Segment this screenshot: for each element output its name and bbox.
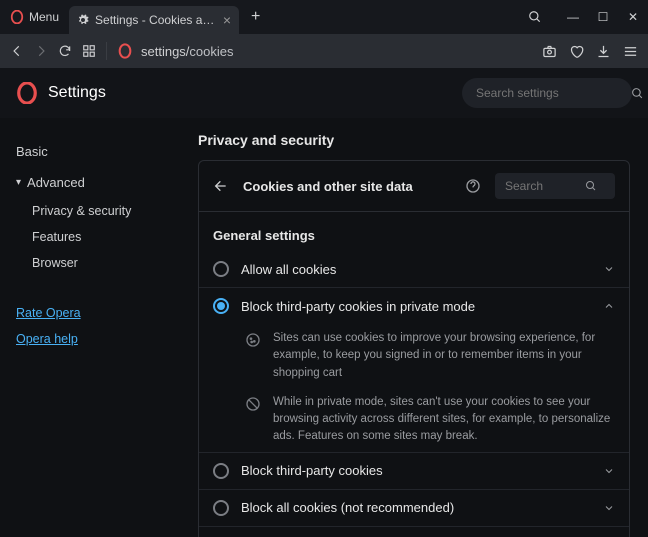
- option-label: Block third-party cookies in private mod…: [241, 299, 591, 314]
- tab-title: Settings - Cookies and oth: [95, 13, 217, 27]
- general-settings-label: General settings: [199, 212, 629, 251]
- back-arrow-icon[interactable]: [213, 178, 229, 194]
- chevron-up-icon: [603, 300, 615, 312]
- clear-on-quit-row[interactable]: Clear cookies and site data when you qui…: [199, 526, 629, 537]
- download-icon[interactable]: [596, 44, 611, 59]
- speed-dial-icon[interactable]: [82, 44, 96, 58]
- sidebar-item-advanced[interactable]: ▾ Advanced: [16, 167, 180, 198]
- brand-logo-icon: [16, 82, 38, 104]
- option-block-3p[interactable]: Block third-party cookies: [199, 452, 629, 489]
- reload-button[interactable]: [58, 44, 72, 58]
- sidebar-advanced-label: Advanced: [27, 175, 85, 190]
- easy-setup-icon[interactable]: [623, 44, 638, 59]
- heart-icon[interactable]: [569, 44, 584, 59]
- browser-tab[interactable]: Settings - Cookies and oth ×: [69, 6, 239, 34]
- option-description: Sites can use cookies to improve your br…: [199, 324, 629, 388]
- radio-icon[interactable]: [213, 298, 229, 314]
- settings-search[interactable]: [462, 78, 632, 108]
- close-icon[interactable]: ×: [223, 12, 231, 28]
- chevron-down-icon: [603, 465, 615, 477]
- description-text: While in private mode, sites can't use y…: [273, 394, 615, 446]
- sidebar-item-privacy[interactable]: Privacy & security: [16, 198, 180, 224]
- help-icon[interactable]: [465, 178, 481, 194]
- section-heading: Privacy and security: [198, 132, 630, 148]
- search-icon: [585, 180, 597, 192]
- cookie-icon: [245, 332, 261, 382]
- forward-button[interactable]: [34, 44, 48, 58]
- address-bar: settings/cookies: [0, 34, 648, 68]
- sidebar-item-basic[interactable]: Basic: [16, 136, 180, 167]
- option-label: Block third-party cookies: [241, 463, 591, 478]
- url-field[interactable]: settings/cookies: [117, 43, 234, 59]
- option-block-3p-private[interactable]: Block third-party cookies in private mod…: [199, 287, 629, 324]
- page-title: Settings: [48, 84, 106, 102]
- option-label: Allow all cookies: [241, 262, 591, 277]
- chevron-down-icon: ▾: [16, 177, 21, 188]
- panel-search-input[interactable]: [505, 179, 585, 193]
- radio-icon[interactable]: [213, 500, 229, 516]
- sidebar-item-features[interactable]: Features: [16, 224, 180, 250]
- menu-button[interactable]: Menu: [0, 10, 69, 24]
- sidebar-item-browser[interactable]: Browser: [16, 250, 180, 276]
- radio-icon[interactable]: [213, 463, 229, 479]
- gear-icon: [77, 14, 89, 26]
- search-icon: [631, 87, 644, 100]
- radio-icon[interactable]: [213, 261, 229, 277]
- chevron-down-icon: [603, 263, 615, 275]
- option-description: While in private mode, sites can't use y…: [199, 388, 629, 452]
- chevron-down-icon: [603, 502, 615, 514]
- option-label: Block all cookies (not recommended): [241, 500, 591, 515]
- url-path: cookies: [189, 44, 233, 59]
- window-search-icon[interactable]: [528, 10, 558, 24]
- sidebar: Basic ▾ Advanced Privacy & security Feat…: [0, 118, 180, 537]
- option-block-all[interactable]: Block all cookies (not recommended): [199, 489, 629, 526]
- panel-title: Cookies and other site data: [243, 179, 451, 194]
- description-text: Sites can use cookies to improve your br…: [273, 330, 615, 382]
- cookies-panel: Cookies and other site data General sett…: [198, 160, 630, 537]
- close-button[interactable]: ✕: [618, 10, 648, 24]
- minimize-button[interactable]: —: [558, 10, 588, 24]
- opera-badge-icon: [117, 43, 133, 59]
- opera-logo-icon: [10, 10, 24, 24]
- back-button[interactable]: [10, 44, 24, 58]
- panel-search[interactable]: [495, 173, 615, 199]
- maximize-button[interactable]: ☐: [588, 10, 618, 24]
- url-host: settings/: [141, 44, 189, 59]
- opera-help-link[interactable]: Opera help: [16, 326, 180, 352]
- new-tab-button[interactable]: +: [251, 8, 260, 26]
- option-allow-all[interactable]: Allow all cookies: [199, 251, 629, 287]
- settings-search-input[interactable]: [476, 86, 631, 100]
- menu-label: Menu: [29, 10, 59, 24]
- block-icon: [245, 396, 261, 446]
- rate-opera-link[interactable]: Rate Opera: [16, 300, 180, 326]
- snapshot-icon[interactable]: [542, 44, 557, 59]
